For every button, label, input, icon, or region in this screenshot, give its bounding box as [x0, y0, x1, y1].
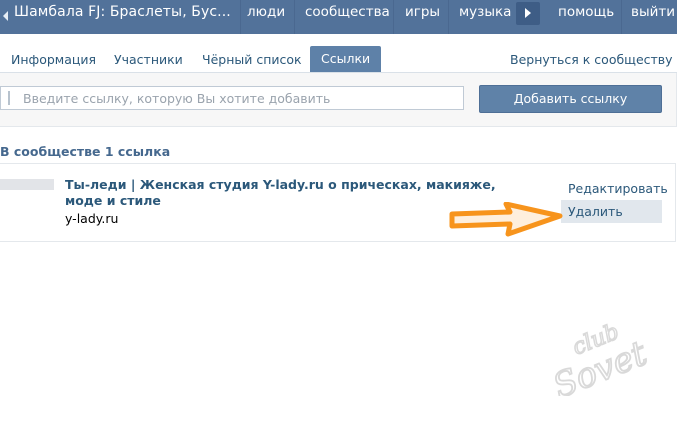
annotation-arrow-icon [449, 202, 563, 237]
links-count-heading: В сообществе 1 ссылка [0, 144, 171, 159]
top-navigation-bar: Шамбала FJ: Браслеты, Бус... люди сообще… [0, 0, 677, 34]
nav-logout[interactable]: выйти [631, 4, 675, 20]
back-arrow-icon[interactable] [3, 11, 8, 21]
nav-divider [621, 0, 622, 34]
tab-blacklist[interactable]: Чёрный список [202, 52, 302, 67]
nav-divider [240, 0, 241, 34]
clubsovet-watermark-logo: club Sovet [547, 319, 650, 396]
chevron-right-icon [525, 8, 531, 18]
panel-divider [0, 126, 677, 127]
nav-music[interactable]: музыка [459, 4, 511, 20]
nav-help[interactable]: помощь [558, 4, 614, 20]
tab-members[interactable]: Участники [114, 52, 183, 67]
more-menu-button[interactable] [516, 2, 540, 25]
link-input[interactable] [23, 90, 453, 106]
input-cursor-bar [8, 91, 10, 105]
add-link-button[interactable]: Добавить ссылку [479, 85, 662, 113]
nav-divider [448, 0, 449, 34]
nav-people[interactable]: люди [247, 4, 285, 20]
edit-link-button[interactable]: Редактировать [568, 181, 668, 196]
nav-divider [393, 0, 394, 34]
tab-links[interactable]: Ссылки [310, 46, 382, 72]
nav-communities[interactable]: сообщества [305, 4, 390, 20]
community-title[interactable]: Шамбала FJ: Браслеты, Бус... [14, 4, 231, 20]
link-input-field[interactable] [0, 86, 464, 110]
list-item: Ты-леди | Женская студия Y-lady.ru о при… [0, 163, 676, 242]
back-to-community-link[interactable]: Вернуться к сообществу [510, 52, 673, 67]
link-thumbnail [0, 179, 54, 190]
tab-info[interactable]: Информация [11, 52, 96, 67]
delete-link-button[interactable]: Удалить [561, 200, 662, 223]
nav-divider [294, 0, 295, 34]
link-url: y-lady.ru [65, 211, 119, 226]
nav-games[interactable]: игры [405, 4, 440, 20]
